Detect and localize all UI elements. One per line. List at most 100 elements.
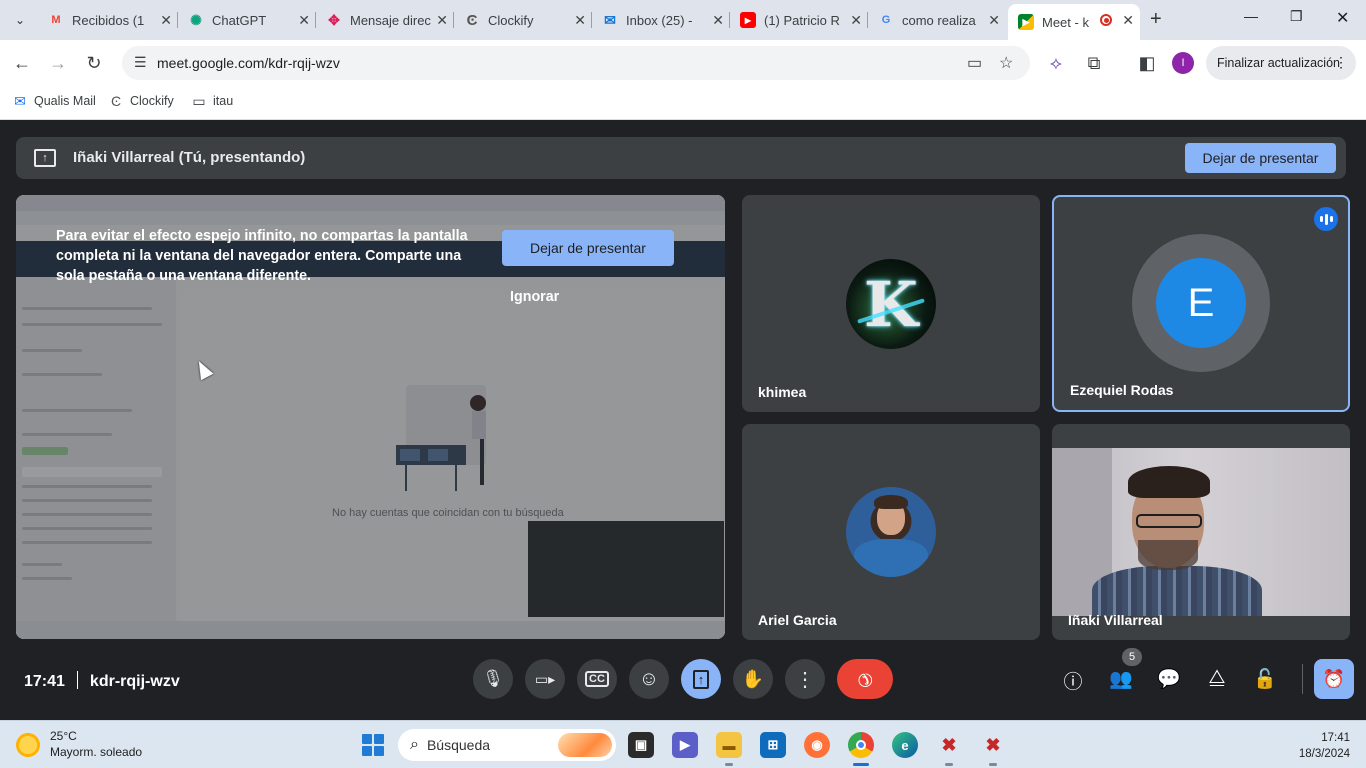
camera-button[interactable]: ▭▸ bbox=[525, 659, 565, 699]
close-tab-icon[interactable]: ✕ bbox=[712, 12, 724, 29]
participants-count-badge: 5 bbox=[1122, 648, 1142, 666]
participant-tile-inaki[interactable]: Iñaki Villarreal bbox=[1052, 424, 1350, 640]
weather-widget[interactable]: 25°C Mayorm. soleado bbox=[14, 729, 142, 759]
slack-icon: ✥ bbox=[328, 11, 340, 28]
extensions-puzzle-icon[interactable]: ⧉ bbox=[1081, 50, 1107, 76]
more-options-button[interactable]: ⋮ bbox=[785, 659, 825, 699]
captions-button[interactable]: CC bbox=[577, 659, 617, 699]
tab-search-chevron-icon[interactable]: ⌄ bbox=[8, 8, 32, 32]
speaking-indicator-icon bbox=[1314, 207, 1338, 231]
search-icon: ⌕ bbox=[410, 736, 419, 753]
maximize-icon[interactable]: ❐ bbox=[1290, 8, 1303, 25]
bookmark-star-icon[interactable]: ☆ bbox=[999, 53, 1013, 73]
google-icon: G bbox=[881, 14, 891, 26]
bookmarks-bar: ✉ Qualis Mail Ͼ Clockify ▭ itau bbox=[0, 86, 1366, 120]
chat-icon[interactable]: 💬 bbox=[1156, 667, 1182, 691]
mail-icon: ✉ bbox=[604, 11, 616, 28]
address-bar[interactable]: ☰ meet.google.com/kdr-rqij-wzv ▭ ☆ bbox=[122, 46, 1030, 80]
tab-chatgpt[interactable]: ✺ ChatGPT ✕ bbox=[178, 6, 316, 34]
close-tab-icon[interactable]: ✕ bbox=[160, 12, 172, 29]
microphone-icon: 🎙 bbox=[482, 669, 504, 688]
site-info-icon[interactable]: ☰ bbox=[134, 54, 147, 71]
system-clock[interactable]: 17:41 18/3/2024 bbox=[1299, 730, 1350, 762]
bookmark-clockify[interactable]: Ͼ Clockify bbox=[108, 93, 174, 109]
running-indicator-active bbox=[853, 763, 869, 766]
file-explorer-icon[interactable]: ▬ bbox=[716, 732, 742, 758]
bookmark-label: Clockify bbox=[130, 94, 174, 108]
side-panel-icon[interactable]: ◧ bbox=[1134, 50, 1160, 76]
presenting-banner: ↑ Iñaki Villarreal (Tú, presentando) Dej… bbox=[16, 137, 1346, 179]
tab-inbox[interactable]: ✉ Inbox (25) - ✕ bbox=[592, 6, 730, 34]
reload-icon[interactable]: ↻ bbox=[81, 50, 107, 76]
tab-meet-active[interactable]: ▶ Meet - k ✕ bbox=[1008, 4, 1140, 40]
close-tab-icon[interactable]: ✕ bbox=[988, 12, 1000, 29]
close-tab-icon[interactable]: ✕ bbox=[850, 12, 862, 29]
anydesk-rx-icon[interactable]: ✖ bbox=[936, 732, 962, 758]
tab-gmail[interactable]: M Recibidos (1 ✕ bbox=[38, 6, 178, 34]
more-vert-icon[interactable]: ⋮ bbox=[1334, 54, 1348, 71]
avatar-letter: E bbox=[1187, 280, 1215, 325]
present-screen-icon: ↑ bbox=[34, 149, 56, 167]
task-view-icon[interactable]: ▣ bbox=[628, 732, 654, 758]
participants-count: 5 bbox=[1128, 651, 1136, 663]
meeting-details-icon[interactable]: ⓘ bbox=[1060, 667, 1086, 694]
meeting-time: 17:41 bbox=[24, 673, 65, 690]
present-screen-icon: ↑ bbox=[692, 669, 710, 689]
taskbar-search-box[interactable]: ⌕ Búsqueda bbox=[398, 729, 616, 761]
timer-alarm-button[interactable]: ⏰ bbox=[1314, 659, 1354, 699]
mirror-warning-text: Para evitar el efecto espejo infinito, n… bbox=[56, 228, 468, 284]
bookmark-qualis-mail[interactable]: ✉ Qualis Mail bbox=[12, 93, 96, 109]
clockify-icon: Ͼ bbox=[110, 93, 122, 109]
new-tab-icon[interactable]: + bbox=[1150, 8, 1162, 31]
camera-in-use-icon[interactable]: ▭ bbox=[967, 53, 982, 73]
participant-tile-ezequiel[interactable]: E Ezequiel Rodas bbox=[1052, 195, 1350, 412]
activities-icon[interactable]: ⧋ bbox=[1204, 667, 1230, 689]
anydesk-rx-icon-2[interactable]: ✖ bbox=[980, 732, 1006, 758]
raise-hand-button[interactable]: ✋ bbox=[733, 659, 773, 699]
tab-google-search[interactable]: G como realiza ✕ bbox=[868, 6, 1006, 34]
stop-presenting-button[interactable]: Dejar de presentar bbox=[1185, 143, 1336, 173]
alarm-clock-icon: ⏰ bbox=[1322, 668, 1346, 689]
tab-title: (1) Patricio R bbox=[764, 12, 840, 28]
hang-up-icon: ✆ bbox=[852, 666, 878, 692]
emoji-icon: ☺ bbox=[638, 667, 660, 690]
extension-swirl-icon[interactable]: ⟡ bbox=[1043, 50, 1069, 76]
tab-clockify[interactable]: Ͼ Clockify ✕ bbox=[454, 6, 592, 34]
forward-arrow-icon[interactable]: → bbox=[45, 50, 71, 76]
ignore-warning-button[interactable]: Ignorar bbox=[510, 289, 559, 305]
microsoft-store-icon[interactable]: ⊞ bbox=[760, 732, 786, 758]
clockify-icon: Ͼ bbox=[466, 11, 478, 29]
tab-youtube[interactable]: ▶ (1) Patricio R ✕ bbox=[730, 6, 868, 34]
participant-tile-khimea[interactable]: K khimea bbox=[742, 195, 1040, 412]
close-window-icon[interactable]: ✕ bbox=[1336, 8, 1349, 28]
finish-update-button[interactable]: Finalizar actualización ⋮ bbox=[1206, 46, 1356, 80]
firefox-icon[interactable]: ◉ bbox=[804, 732, 830, 758]
chrome-icon[interactable] bbox=[848, 732, 874, 758]
edge-icon[interactable]: e bbox=[892, 732, 918, 758]
close-tab-icon[interactable]: ✕ bbox=[574, 12, 586, 29]
teams-chat-icon[interactable]: ▶ bbox=[672, 732, 698, 758]
chatgpt-icon: ✺ bbox=[190, 11, 202, 28]
url-text[interactable]: meet.google.com/kdr-rqij-wzv bbox=[157, 55, 340, 71]
profile-avatar[interactable]: I bbox=[1172, 52, 1194, 74]
photo-avatar bbox=[846, 487, 936, 577]
host-controls-lock-icon[interactable]: 🔓 bbox=[1252, 667, 1278, 691]
minimize-icon[interactable]: — bbox=[1244, 8, 1258, 24]
participant-tile-ariel[interactable]: Ariel Garcia bbox=[742, 424, 1040, 640]
close-tab-icon[interactable]: ✕ bbox=[1122, 12, 1134, 29]
back-arrow-icon[interactable]: ← bbox=[9, 50, 35, 76]
bookmark-folder-itau[interactable]: ▭ itau bbox=[191, 93, 233, 109]
reactions-button[interactable]: ☺ bbox=[629, 659, 669, 699]
present-now-button[interactable]: ↑ bbox=[681, 659, 721, 699]
tab-title: Mensaje direc bbox=[350, 12, 431, 28]
tab-slack[interactable]: ✥ Mensaje direc ✕ bbox=[316, 6, 454, 34]
close-tab-icon[interactable]: ✕ bbox=[298, 12, 310, 29]
meeting-code: kdr-rqij-wzv bbox=[89, 673, 180, 690]
people-icon[interactable]: 👥 bbox=[1108, 667, 1134, 691]
warning-stop-presenting-button[interactable]: Dejar de presentar bbox=[502, 230, 674, 266]
leave-call-button[interactable]: ✆ bbox=[837, 659, 893, 699]
windows-start-icon[interactable] bbox=[362, 734, 384, 756]
microphone-button[interactable]: 🎙 bbox=[473, 659, 513, 699]
close-tab-icon[interactable]: ✕ bbox=[436, 12, 448, 29]
running-indicator bbox=[725, 763, 733, 766]
